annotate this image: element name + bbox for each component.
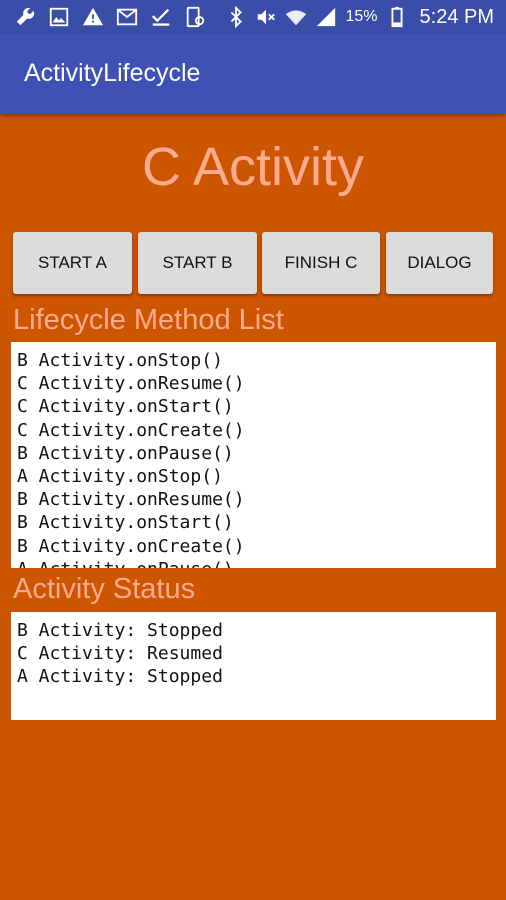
list-item: C Activity.onCreate() [17, 419, 245, 441]
warning-icon [82, 6, 104, 28]
dialog-button[interactable]: DIALOG [386, 232, 493, 294]
start-a-button[interactable]: START A [13, 232, 132, 294]
device-icon [184, 6, 206, 28]
wifi-icon [285, 6, 307, 28]
list-item: C Activity.onStart() [17, 396, 234, 418]
app-title: ActivityLifecycle [24, 59, 201, 87]
bluetooth-icon [225, 6, 247, 28]
app-bar: ActivityLifecycle [0, 34, 506, 114]
status-label: Activity Status [13, 573, 196, 605]
list-item: B Activity.onStart() [17, 512, 234, 534]
list-item: B Activity.onPause() [17, 442, 234, 464]
status-bar: 15% 5:24 PM [0, 0, 506, 34]
battery-percent: 15% [345, 8, 378, 25]
wrench-icon [14, 6, 36, 28]
list-item: B Activity.onResume() [17, 489, 245, 511]
mail-icon [116, 6, 138, 28]
list-item: C Activity.onResume() [17, 373, 245, 395]
battery-icon [386, 6, 408, 28]
start-b-button[interactable]: START B [138, 232, 257, 294]
check-icon [150, 6, 172, 28]
lifecycle-list[interactable]: B Activity.onStop() C Activity.onResume()… [11, 342, 496, 568]
clock: 5:24 PM [419, 5, 494, 28]
signal-icon [315, 6, 337, 28]
list-item: B Activity.onCreate() [17, 535, 245, 557]
activity-title: C Activity [141, 137, 365, 197]
mute-icon [255, 6, 277, 28]
list-item: C Activity: Resumed [17, 643, 223, 665]
finish-c-button[interactable]: FINISH C [262, 232, 380, 294]
list-item: A Activity.onPause() [17, 558, 496, 568]
list-item: A Activity: Stopped [17, 666, 223, 688]
lifecycle-label: Lifecycle Method List [13, 304, 284, 336]
list-item: B Activity: Stopped [17, 620, 223, 641]
status-list[interactable]: B Activity: Stopped C Activity: Resumed A … [11, 612, 496, 720]
list-item: B Activity.onStop() [17, 350, 223, 371]
image-icon [48, 6, 70, 28]
list-item: A Activity.onStop() [17, 465, 223, 487]
